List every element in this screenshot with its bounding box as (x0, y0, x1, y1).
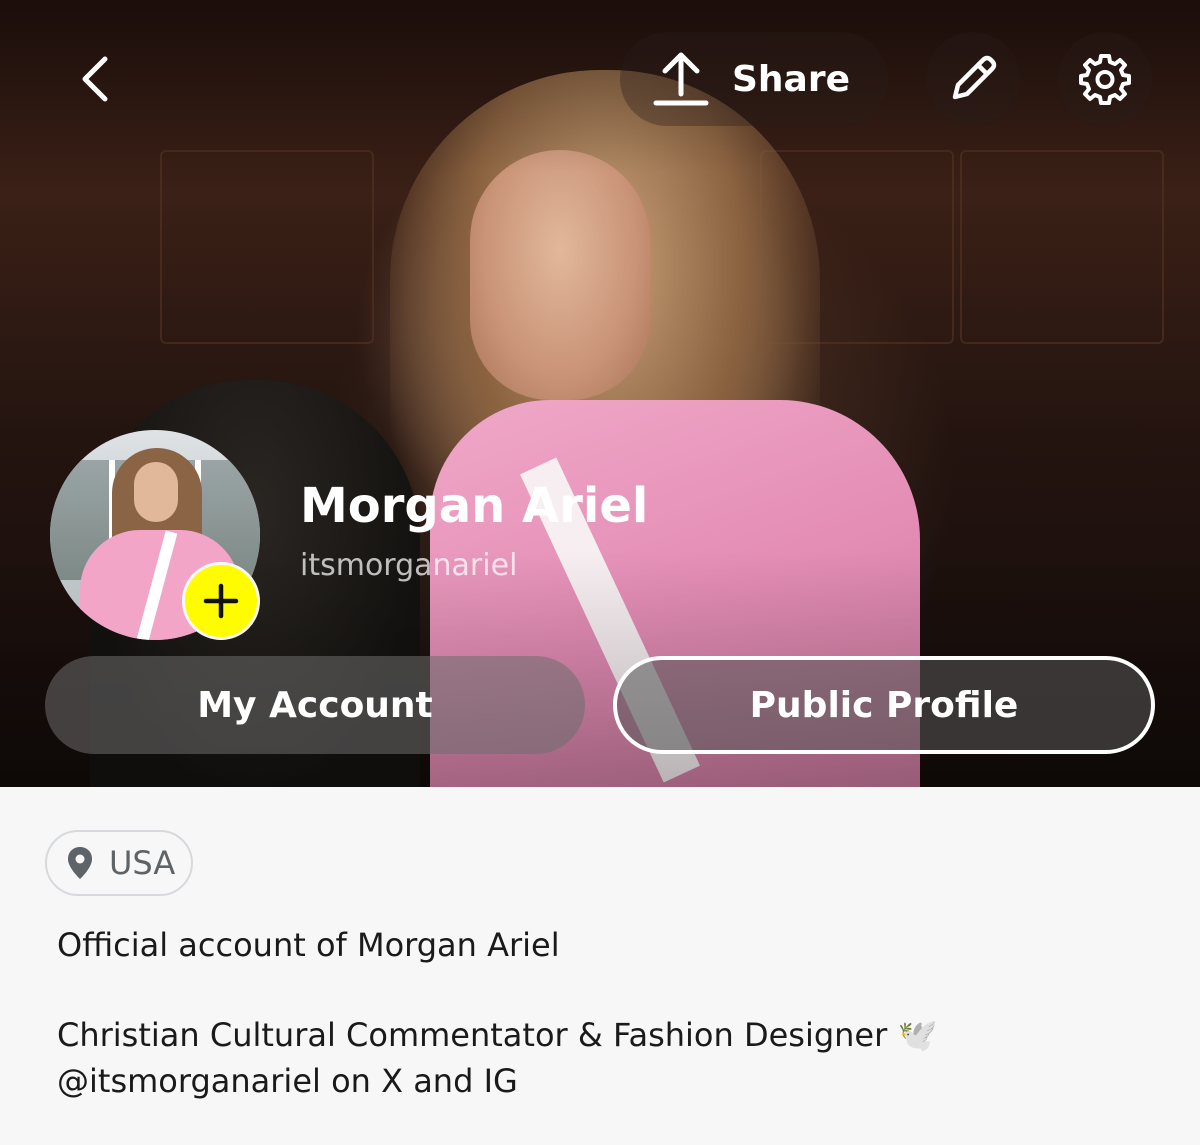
location-chip[interactable]: USA (45, 830, 193, 896)
bio-line: Christian Cultural Commentator & Fashion… (57, 1016, 938, 1054)
plus-icon (203, 583, 239, 619)
add-story-button[interactable] (182, 562, 260, 640)
map-pin-icon (65, 846, 95, 880)
display-name: Morgan Ariel (300, 478, 649, 534)
bio-line: @itsmorganariel on X and IG (57, 1062, 518, 1100)
my-account-label: My Account (197, 684, 433, 726)
location-label: USA (109, 844, 176, 882)
chevron-left-icon (82, 56, 108, 102)
my-account-button[interactable]: My Account (45, 656, 585, 754)
public-profile-label: Public Profile (749, 684, 1019, 726)
share-button[interactable]: Share (620, 32, 888, 126)
avatar-face (134, 462, 178, 522)
gear-icon (1079, 54, 1131, 105)
settings-button[interactable] (1058, 32, 1152, 126)
edit-button[interactable] (926, 32, 1020, 126)
pencil-icon (952, 55, 997, 100)
share-label: Share (732, 58, 851, 100)
username: itsmorganariel (300, 548, 518, 583)
public-profile-button[interactable]: Public Profile (613, 656, 1155, 754)
upload-icon (652, 50, 710, 108)
back-button[interactable] (68, 52, 122, 106)
bio-line: Official account of Morgan Ariel (57, 926, 560, 964)
